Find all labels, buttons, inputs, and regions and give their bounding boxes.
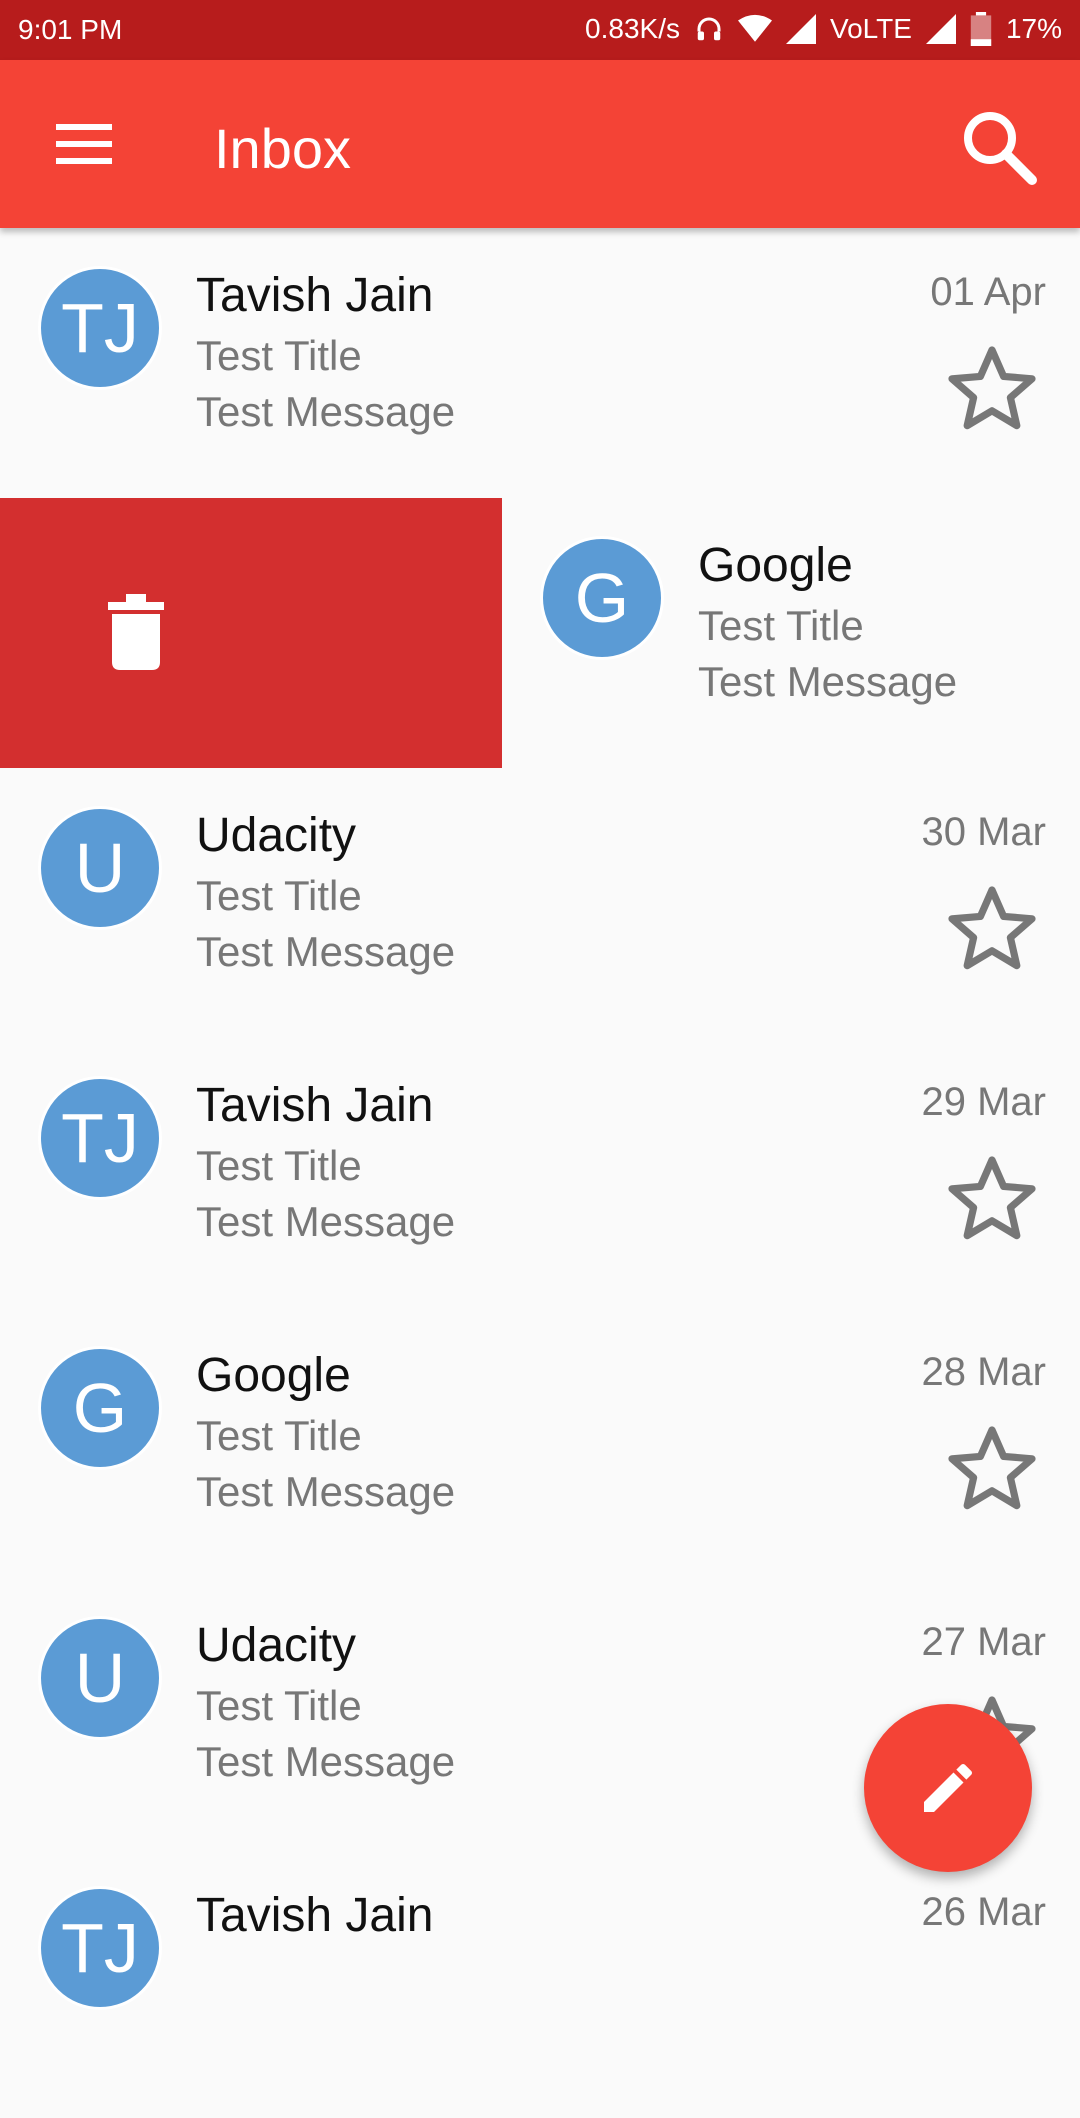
wifi-icon bbox=[737, 14, 772, 42]
status-bar: 9:01 PM 0.83K/s VoLTE 17% bbox=[0, 0, 1080, 60]
battery-percent: 17% bbox=[1005, 13, 1062, 44]
email-sender: Tavish Jain bbox=[196, 1889, 434, 1942]
email-subject: Test Title bbox=[698, 602, 864, 649]
email-subject: Test Title bbox=[196, 332, 362, 379]
avatar: TJ bbox=[38, 266, 162, 390]
email-subject: Test Title bbox=[196, 872, 362, 919]
email-row[interactable]: TJ Tavish Jain Test Title Test Message 0… bbox=[0, 228, 1080, 498]
star-icon[interactable] bbox=[944, 1150, 1040, 1246]
compose-fab-button[interactable] bbox=[864, 1704, 1032, 1872]
email-message: Test Message bbox=[196, 928, 456, 975]
network-speed: 0.83K/s bbox=[585, 13, 680, 44]
status-time: 9:01 PM bbox=[18, 14, 123, 45]
avatar: G bbox=[38, 1346, 162, 1470]
avatar: TJ bbox=[38, 1886, 162, 2010]
email-sender: Udacity bbox=[196, 809, 357, 862]
email-subject: Test Title bbox=[196, 1682, 362, 1729]
avatar: U bbox=[38, 1616, 162, 1740]
email-sender: Tavish Jain bbox=[196, 1079, 434, 1132]
network-type: VoLTE bbox=[829, 13, 912, 44]
email-row-swiped[interactable]: G Google Test Title Test Message bbox=[0, 498, 1080, 768]
avatar: U bbox=[38, 806, 162, 930]
email-sender: Google bbox=[196, 1349, 351, 1402]
email-sender: Udacity bbox=[196, 1619, 357, 1672]
star-icon[interactable] bbox=[944, 340, 1040, 436]
swiped-email-content[interactable]: G Google Test Title Test Message bbox=[502, 498, 1080, 768]
email-row[interactable]: U Udacity Test Title Test Message 30 Mar bbox=[0, 768, 1080, 1038]
star-icon[interactable] bbox=[944, 880, 1040, 976]
page-title: Inbox bbox=[214, 117, 351, 180]
delete-swipe-background[interactable] bbox=[0, 498, 502, 768]
app-bar: Inbox bbox=[0, 60, 1080, 228]
signal-icon bbox=[785, 14, 816, 44]
signal-icon-2 bbox=[925, 14, 956, 44]
star-icon[interactable] bbox=[944, 1420, 1040, 1516]
headphones-icon bbox=[697, 17, 721, 41]
email-message: Test Message bbox=[698, 658, 958, 705]
email-row[interactable]: TJ Tavish Jain Test Title Test Message 2… bbox=[0, 1038, 1080, 1308]
email-subject: Test Title bbox=[196, 1142, 362, 1189]
email-row[interactable]: TJ Tavish Jain 26 Mar bbox=[0, 1848, 1080, 2118]
email-date: 29 Mar bbox=[921, 1080, 1047, 1124]
search-icon[interactable] bbox=[956, 104, 1040, 188]
trash-icon bbox=[108, 594, 164, 670]
email-row[interactable]: G Google Test Title Test Message 28 Mar bbox=[0, 1308, 1080, 1578]
pencil-edit-icon bbox=[924, 1763, 973, 1812]
email-sender: Tavish Jain bbox=[196, 269, 434, 322]
avatar: TJ bbox=[38, 1076, 162, 1200]
email-message: Test Message bbox=[196, 1738, 456, 1785]
email-message: Test Message bbox=[196, 388, 456, 435]
email-date: 28 Mar bbox=[921, 1350, 1047, 1394]
battery-icon bbox=[970, 12, 992, 46]
email-date: 01 Apr bbox=[930, 270, 1046, 314]
email-message: Test Message bbox=[196, 1198, 456, 1245]
avatar: G bbox=[540, 536, 664, 660]
email-date: 30 Mar bbox=[921, 810, 1047, 854]
email-date: 26 Mar bbox=[921, 1890, 1047, 1934]
hamburger-menu-icon[interactable] bbox=[40, 112, 130, 176]
email-sender: Google bbox=[698, 539, 853, 592]
email-message: Test Message bbox=[196, 1468, 456, 1515]
email-subject: Test Title bbox=[196, 1412, 362, 1459]
email-date: 27 Mar bbox=[921, 1620, 1047, 1664]
